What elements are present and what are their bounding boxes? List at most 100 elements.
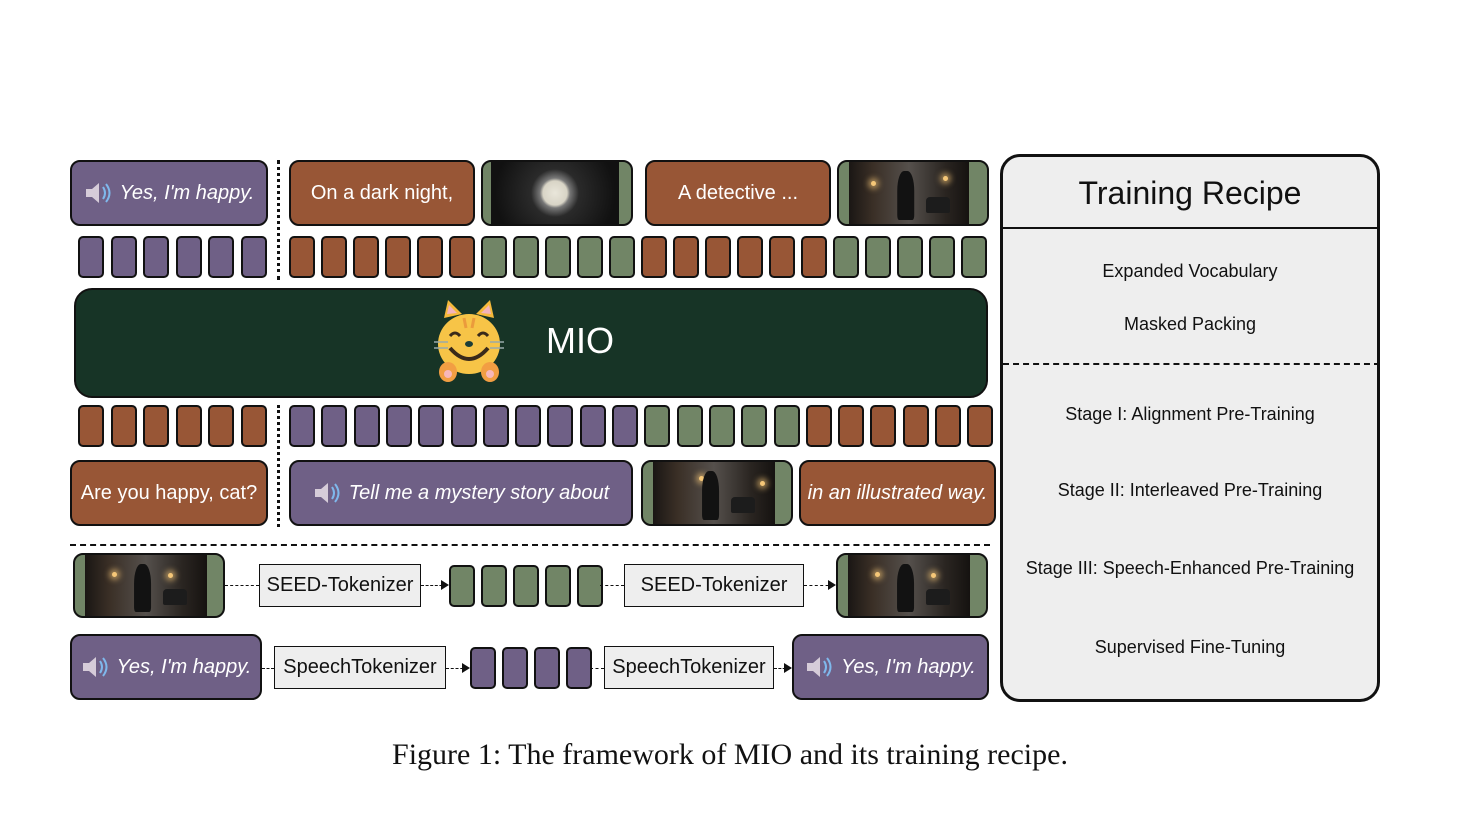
green-token (929, 236, 955, 278)
dashed-arrow (421, 580, 449, 590)
detective-image (641, 460, 793, 526)
speech-output-box: Yes, I'm happy. (792, 634, 989, 700)
speech-tokenizer-encoder: SpeechTokenizer (274, 646, 446, 689)
recipe-title: Training Recipe (1078, 175, 1302, 211)
brown-token (78, 405, 104, 447)
brown-token (838, 405, 865, 447)
detective-image (837, 160, 989, 226)
brown-token (705, 236, 731, 278)
seed-tokenizer-label: SEED-Tokenizer (640, 574, 788, 596)
purple-token (143, 236, 170, 278)
group-divider (1003, 363, 1380, 365)
detective-image-content (848, 555, 970, 616)
model-name: MIO (546, 320, 614, 361)
brown-token (769, 236, 795, 278)
brown-token (902, 405, 929, 447)
detective-image-content (653, 462, 775, 524)
purple-token (450, 405, 477, 447)
green-token (609, 236, 635, 278)
speech-input-text: Tell me a mystery story about (348, 481, 610, 504)
purple-token (470, 647, 496, 689)
speech-output-box: Yes, I'm happy. (70, 160, 268, 226)
green-token (513, 565, 539, 607)
green-token (644, 405, 671, 447)
dashed-connector (590, 668, 604, 669)
green-token (577, 565, 603, 607)
brown-token (417, 236, 443, 278)
green-token (708, 405, 735, 447)
green-token (773, 405, 800, 447)
speaker-icon (805, 655, 835, 679)
purple-token (534, 647, 560, 689)
text-content: in an illustrated way. (807, 481, 988, 504)
brown-token (805, 405, 832, 447)
purple-token (418, 405, 445, 447)
text-content: Are you happy, cat? (80, 481, 258, 504)
detective-image-content (849, 162, 969, 224)
speaker-icon (84, 181, 114, 205)
text-content: A detective ... (677, 181, 799, 204)
brown-token (110, 405, 137, 447)
purple-token (208, 236, 235, 278)
speaker-icon (313, 481, 343, 505)
green-token (481, 236, 507, 278)
seed-tokenizer-encoder: SEED-Tokenizer (259, 564, 421, 607)
green-token (961, 236, 987, 278)
dashed-connector (262, 668, 274, 669)
brown-token (641, 236, 667, 278)
brown-token (801, 236, 827, 278)
green-token (449, 565, 475, 607)
purple-token (502, 647, 528, 689)
detective-image-content (85, 555, 207, 616)
moon-image (481, 160, 633, 226)
purple-token (289, 405, 315, 447)
speaker-icon (81, 655, 111, 679)
brown-token (208, 405, 235, 447)
green-token (741, 405, 768, 447)
purple-token (353, 405, 380, 447)
purple-token (78, 236, 104, 278)
purple-token (566, 647, 592, 689)
green-token (481, 565, 507, 607)
moon-image-content (491, 162, 619, 224)
green-token (676, 405, 703, 447)
brown-token (673, 236, 699, 278)
dashed-connector (600, 585, 624, 586)
speech-input-box: Tell me a mystery story about (289, 460, 633, 526)
green-token (545, 565, 571, 607)
purple-token (482, 405, 509, 447)
brown-token (143, 405, 170, 447)
purple-token (612, 405, 638, 447)
brown-token (353, 236, 379, 278)
green-token (865, 236, 891, 278)
green-token (545, 236, 571, 278)
mio-model-block: MIO (74, 288, 988, 398)
speech-tokenizer-label: SpeechTokenizer (612, 656, 766, 678)
green-token (513, 236, 539, 278)
brown-token (175, 405, 202, 447)
dotted-separator (277, 160, 280, 280)
recipe-item: Expanded Vocabulary (1102, 261, 1278, 281)
brown-token (967, 405, 994, 447)
detective-image (73, 553, 225, 618)
purple-token (579, 405, 606, 447)
text-box: A detective ... (645, 160, 831, 226)
figure-caption: Figure 1: The framework of MIO and its t… (392, 738, 1068, 771)
brown-token (321, 236, 347, 278)
purple-token (547, 405, 574, 447)
text-content: On a dark night, (310, 181, 454, 204)
purple-token (175, 236, 202, 278)
recipe-stage: Stage III: Speech-Enhanced Pre-Training (1025, 558, 1355, 578)
seed-tokenizer-label: SEED-Tokenizer (266, 574, 414, 596)
recipe-stage: Supervised Fine-Tuning (1094, 637, 1286, 657)
brown-token (870, 405, 897, 447)
brown-token (385, 236, 411, 278)
dashed-connector (225, 585, 259, 586)
brown-token (935, 405, 961, 447)
green-token (833, 236, 859, 278)
purple-token (321, 405, 348, 447)
title-divider (1003, 227, 1380, 229)
brown-token (737, 236, 763, 278)
dotted-separator (277, 405, 280, 527)
speech-tokenizer-label: SpeechTokenizer (283, 656, 437, 678)
